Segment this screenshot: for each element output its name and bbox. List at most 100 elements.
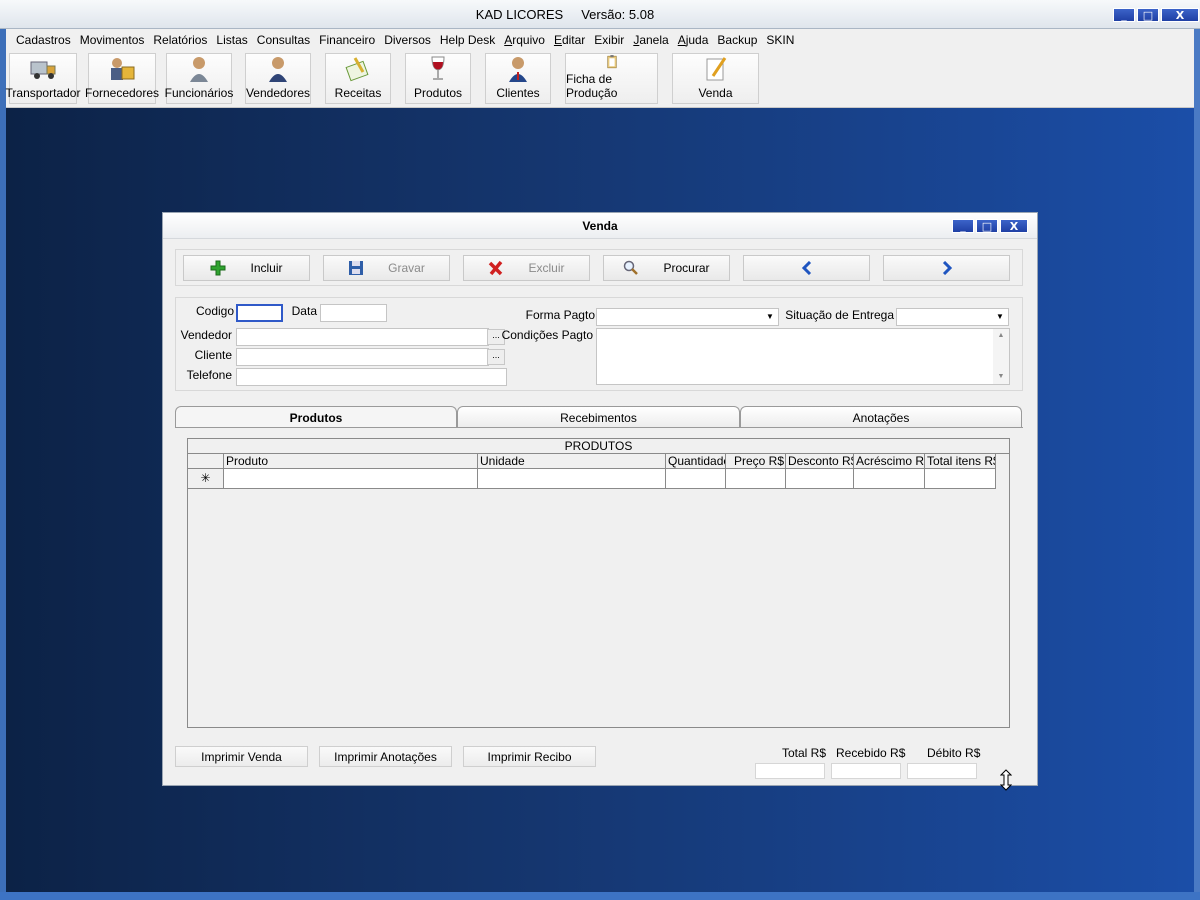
menu-cadastros[interactable]: Cadastros xyxy=(16,33,71,47)
vendedor-label: Vendedor xyxy=(180,328,232,342)
grid-cell[interactable] xyxy=(666,469,726,489)
column-header[interactable]: Quantidade xyxy=(666,454,726,469)
data-field[interactable] xyxy=(320,304,387,322)
imprimir-venda-button[interactable]: Imprimir Venda xyxy=(175,746,308,767)
vertical-scrollbar[interactable]: ▲ ▼ xyxy=(993,329,1009,384)
venda-titlebar[interactable]: Venda _ □ X xyxy=(163,213,1037,239)
cliente-lookup-button[interactable]: ... xyxy=(487,349,505,365)
venda-form-panel: Codigo Data Vendedor ... Cliente ... Tel… xyxy=(175,297,1023,391)
venda-title: Venda xyxy=(582,219,618,233)
close-button[interactable]: X xyxy=(1161,8,1199,22)
recebido-field xyxy=(831,763,901,779)
gravar-button[interactable]: Gravar xyxy=(323,255,450,281)
toolbar-label: Transportador xyxy=(5,86,81,100)
grid-caption: PRODUTOS xyxy=(188,439,1009,454)
menu-backup[interactable]: Backup xyxy=(717,33,757,47)
condicoes-pagto-textarea[interactable]: ▲ ▼ xyxy=(596,328,1010,385)
minimize-button[interactable]: _ xyxy=(1113,8,1135,22)
grid-cell[interactable] xyxy=(478,469,666,489)
tab-anotacoes[interactable]: Anotações xyxy=(740,406,1022,428)
vendedor-field[interactable] xyxy=(236,328,489,346)
toolbar-ficha-producao-button[interactable]: Ficha de Produção xyxy=(565,53,658,104)
new-row-marker[interactable]: ✳ xyxy=(188,469,224,489)
tab-produtos[interactable]: Produtos xyxy=(175,406,457,428)
situacao-entrega-label: Situação de Entrega xyxy=(785,308,894,322)
chevron-down-icon[interactable]: ▼ xyxy=(762,309,778,323)
procurar-button[interactable]: Procurar xyxy=(603,255,730,281)
menu-ajuda[interactable]: Ajuda xyxy=(678,33,709,47)
tab-divider xyxy=(175,427,1023,428)
menu-listas[interactable]: Listas xyxy=(216,33,247,47)
minimize-button[interactable]: _ xyxy=(952,219,974,233)
previous-record-button[interactable] xyxy=(743,255,870,281)
main-titlebar[interactable]: KAD LICORES Versão: 5.08 _ □ X xyxy=(0,0,1200,29)
toolbar-label: Fornecedores xyxy=(84,86,160,100)
cliente-field[interactable] xyxy=(236,348,489,366)
notepad-pencil-icon xyxy=(706,57,726,81)
debito-label: Débito R$ xyxy=(927,746,981,760)
debito-field xyxy=(907,763,977,779)
grid-cell[interactable] xyxy=(786,469,854,489)
maximize-button[interactable]: □ xyxy=(976,219,998,233)
tab-recebimentos[interactable]: Recebimentos xyxy=(457,406,740,428)
toolbar-fornecedores-button[interactable]: Fornecedores xyxy=(84,53,160,104)
toolbar-funcionarios-button[interactable]: Funcionários xyxy=(165,53,233,104)
main-window: KAD LICORES Versão: 5.08 _ □ X Cadastros … xyxy=(0,0,1200,900)
toolbar-label: Clientes xyxy=(496,86,540,100)
save-icon xyxy=(348,260,364,276)
menu-consultas[interactable]: Consultas xyxy=(257,33,310,47)
menu-relatorios[interactable]: Relatórios xyxy=(153,33,207,47)
chevron-down-icon[interactable]: ▼ xyxy=(992,309,1008,323)
column-header[interactable]: Preço R$ xyxy=(726,454,786,469)
menu-editar[interactable]: Editar xyxy=(554,33,585,47)
column-header[interactable]: Produto xyxy=(224,454,478,469)
resize-cursor-icon xyxy=(1000,769,1012,791)
clipboard-icon xyxy=(606,55,617,69)
toolbar-vendedores-button[interactable]: Vendedores xyxy=(245,53,311,104)
excluir-button[interactable]: Excluir xyxy=(463,255,590,281)
recipe-icon xyxy=(345,57,369,82)
toolbar-clientes-button[interactable]: Clientes xyxy=(485,53,551,104)
search-icon xyxy=(623,260,639,276)
column-header[interactable]: Desconto R$ xyxy=(786,454,854,469)
grid-cell[interactable] xyxy=(224,469,478,489)
menu-janela[interactable]: Janela xyxy=(633,33,668,47)
grid-cell[interactable] xyxy=(925,469,996,489)
toolbar-produtos-button[interactable]: Produtos xyxy=(405,53,471,104)
scroll-up-icon[interactable]: ▲ xyxy=(993,329,1009,343)
plus-icon xyxy=(210,260,226,276)
menu-exibir[interactable]: Exibir xyxy=(594,33,624,47)
minimize-icon: _ xyxy=(1121,8,1127,22)
venda-window: Venda _ □ X Incluir Gravar Excluir Procu… xyxy=(162,212,1038,791)
grid-cell[interactable] xyxy=(726,469,786,489)
app-version: Versão: 5.08 xyxy=(581,7,655,22)
telefone-label: Telefone xyxy=(186,368,232,382)
recebido-label: Recebido R$ xyxy=(836,746,906,760)
venda-tabs: Produtos Recebimentos Anotações xyxy=(175,406,1022,428)
menu-help-desk[interactable]: Help Desk xyxy=(440,33,495,47)
telefone-field[interactable] xyxy=(236,368,507,386)
column-header[interactable]: Total itens R$ xyxy=(925,454,996,469)
app-title: KAD LICORES Versão: 5.08 xyxy=(0,7,1130,22)
menu-financeiro[interactable]: Financeiro xyxy=(319,33,375,47)
toolbar-receitas-button[interactable]: Receitas xyxy=(325,53,391,104)
grid-cell[interactable] xyxy=(854,469,925,489)
codigo-field[interactable] xyxy=(236,304,283,322)
next-record-button[interactable] xyxy=(883,255,1010,281)
menu-diversos[interactable]: Diversos xyxy=(384,33,431,47)
menu-skin[interactable]: SKIN xyxy=(766,33,794,47)
imprimir-anotacoes-button[interactable]: Imprimir Anotações xyxy=(319,746,452,767)
toolbar-venda-button[interactable]: Venda xyxy=(672,53,759,104)
scroll-down-icon[interactable]: ▼ xyxy=(993,370,1009,384)
column-header[interactable]: Acréscimo R$ xyxy=(854,454,925,469)
forma-pagto-select[interactable] xyxy=(596,308,779,326)
menu-movimentos[interactable]: Movimentos xyxy=(80,33,145,47)
maximize-icon: □ xyxy=(981,219,993,233)
toolbar-transportador-button[interactable]: Transportador xyxy=(6,53,80,104)
incluir-button[interactable]: Incluir xyxy=(183,255,310,281)
imprimir-recibo-button[interactable]: Imprimir Recibo xyxy=(463,746,596,767)
menu-arquivo[interactable]: Arquivo xyxy=(504,33,545,47)
maximize-button[interactable]: □ xyxy=(1137,8,1159,22)
column-header[interactable]: Unidade xyxy=(478,454,666,469)
close-button[interactable]: X xyxy=(1000,219,1028,233)
